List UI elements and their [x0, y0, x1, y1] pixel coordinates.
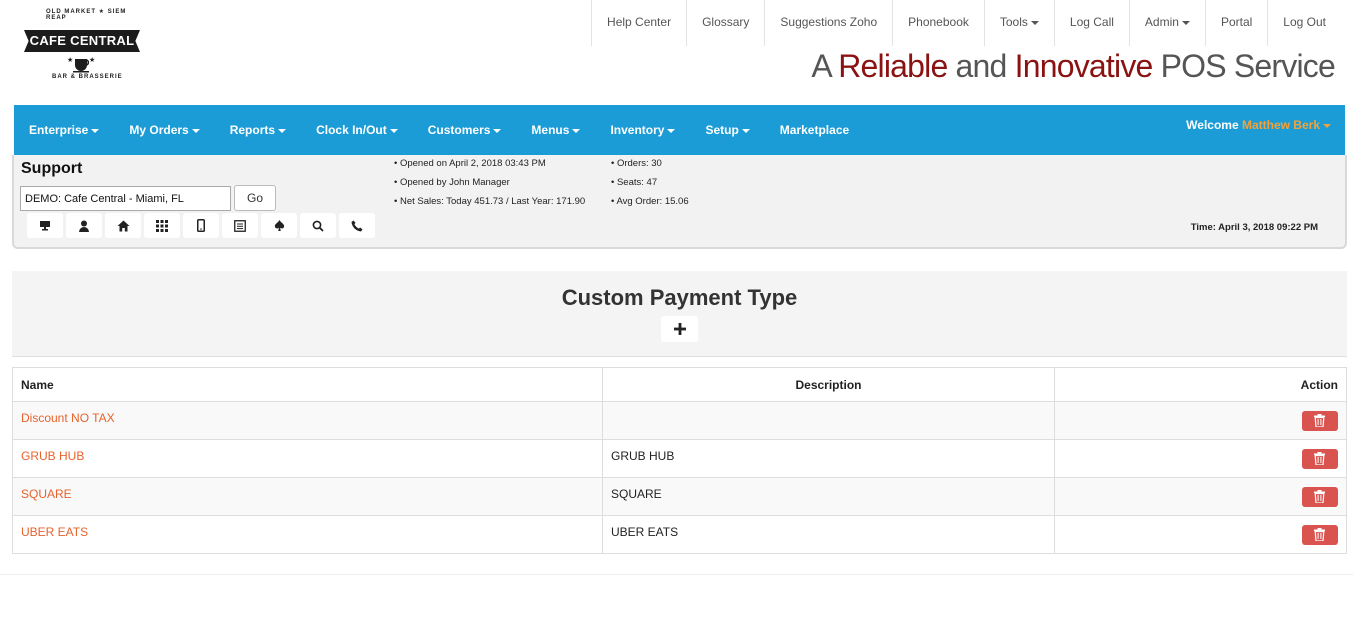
caret-down-icon: [1323, 123, 1331, 128]
caret-down-icon: [191, 128, 200, 133]
store-stats-right: • Orders: 30 • Seats: 47 • Avg Order: 15…: [611, 158, 689, 215]
support-title: Support: [21, 160, 83, 177]
plus-icon: [673, 323, 686, 335]
quick-icon-toolbar: [27, 213, 375, 238]
caret-down-icon: [278, 128, 287, 133]
svg-text:★: ★: [89, 56, 95, 64]
user-menu[interactable]: Matthew Berk: [1242, 118, 1331, 132]
glossary-link[interactable]: Glossary: [686, 0, 764, 46]
column-header-name[interactable]: Name: [12, 367, 603, 402]
trash-icon: [1314, 451, 1325, 465]
opened-on-text: • Opened on April 2, 2018 03:43 PM: [394, 158, 546, 169]
logo-top-text: OLD MARKET ★ SIEM REAP: [46, 9, 127, 21]
home-icon[interactable]: [105, 213, 141, 238]
phonebook-link[interactable]: Phonebook: [892, 0, 984, 46]
nav-clock-in-out[interactable]: Clock In/Out: [301, 105, 413, 155]
caret-down-icon: [741, 128, 750, 133]
table-header-row: Name Description Action: [12, 367, 1347, 402]
orders-count-text: • Orders: 30: [611, 158, 662, 169]
table-row: GRUB HUB GRUB HUB: [12, 439, 1347, 478]
portal-link[interactable]: Portal: [1204, 0, 1267, 46]
current-time: Time: April 3, 2018 09:22 PM: [1190, 222, 1318, 233]
go-button[interactable]: Go: [234, 185, 276, 211]
payment-type-description: SQUARE: [602, 477, 1055, 516]
list-icon[interactable]: [222, 213, 258, 238]
caret-down-icon: [493, 128, 502, 133]
column-header-description[interactable]: Description: [602, 367, 1055, 402]
search-icon[interactable]: [300, 213, 336, 238]
phone-icon[interactable]: [339, 213, 375, 238]
support-panel: Support Go • Opened on Apri: [12, 155, 1347, 249]
caret-down-icon: [572, 128, 581, 133]
store-search-input[interactable]: [20, 186, 231, 211]
page-header-panel: Custom Payment Type: [12, 271, 1347, 357]
opened-by-text: • Opened by John Manager: [394, 177, 510, 188]
add-payment-type-button[interactable]: [661, 316, 698, 342]
tools-menu[interactable]: Tools: [983, 0, 1054, 46]
table-row: UBER EATS UBER EATS: [12, 515, 1347, 554]
seats-count-text: • Seats: 47: [611, 177, 658, 188]
delete-button[interactable]: [1302, 448, 1338, 469]
delete-button[interactable]: [1302, 524, 1338, 545]
payment-type-description: [602, 401, 1055, 440]
top-links: Help Center Glossary Suggestions Zoho Ph…: [591, 0, 1341, 46]
nav-setup[interactable]: Setup: [690, 105, 764, 155]
caret-down-icon: [1030, 20, 1039, 25]
caret-down-icon: [389, 128, 398, 133]
caret-down-icon: [667, 128, 676, 133]
net-sales-text: • Net Sales: Today 451.73 / Last Year: 1…: [394, 196, 586, 207]
admin-menu[interactable]: Admin: [1128, 0, 1205, 46]
mobile-icon[interactable]: [183, 213, 219, 238]
svg-text:★: ★: [67, 56, 73, 64]
avg-order-text: • Avg Order: 15.06: [611, 196, 689, 207]
trash-icon: [1314, 527, 1325, 541]
payment-type-name-link[interactable]: GRUB HUB: [12, 439, 603, 478]
payment-types-table: Name Description Action Discount NO TAX …: [12, 367, 1347, 554]
table-row: Discount NO TAX: [12, 401, 1347, 440]
footer-divider: [0, 574, 1353, 575]
logo-brand: CAFE CENTRAL: [24, 30, 140, 52]
coffee-cup-icon: ★ ★: [67, 56, 95, 73]
payment-type-name-link[interactable]: Discount NO TAX: [12, 401, 603, 440]
nav-customers[interactable]: Customers: [413, 105, 517, 155]
column-header-action: Action: [1054, 367, 1347, 402]
spade-icon[interactable]: [261, 213, 297, 238]
delete-button[interactable]: [1302, 486, 1338, 507]
nav-menus[interactable]: Menus: [516, 105, 595, 155]
grid-icon[interactable]: [144, 213, 180, 238]
payment-type-description: UBER EATS: [602, 515, 1055, 554]
delete-button[interactable]: [1302, 410, 1338, 431]
main-navbar: Enterprise My Orders Reports Clock In/Ou…: [14, 105, 1345, 155]
nav-marketplace[interactable]: Marketplace: [765, 105, 864, 155]
desktop-icon[interactable]: [27, 213, 63, 238]
trash-icon: [1314, 489, 1325, 503]
nav-inventory[interactable]: Inventory: [595, 105, 690, 155]
caret-down-icon: [91, 128, 100, 133]
page-title: Custom Payment Type: [561, 285, 798, 310]
log-call-link[interactable]: Log Call: [1053, 0, 1129, 46]
welcome-text: Welcome Matthew Berk: [1186, 118, 1331, 132]
suggestions-zoho-link[interactable]: Suggestions Zoho: [764, 0, 892, 46]
help-center-link[interactable]: Help Center: [591, 0, 686, 46]
payment-type-name-link[interactable]: UBER EATS: [12, 515, 603, 554]
logo-bottom-text: BAR & BRASSERIE: [52, 74, 123, 80]
table-row: SQUARE SQUARE: [12, 477, 1347, 516]
log-out-link[interactable]: Log Out: [1267, 0, 1341, 46]
payment-type-name-link[interactable]: SQUARE: [12, 477, 603, 516]
user-icon[interactable]: [66, 213, 102, 238]
payment-type-description: GRUB HUB: [602, 439, 1055, 478]
trash-icon: [1314, 413, 1325, 427]
nav-enterprise[interactable]: Enterprise: [14, 105, 114, 155]
caret-down-icon: [1181, 20, 1190, 25]
cafe-central-logo[interactable]: OLD MARKET ★ SIEM REAP CAFE CENTRAL ★ ★ …: [22, 6, 142, 94]
store-stats-left: • Opened on April 2, 2018 03:43 PM • Ope…: [394, 158, 585, 215]
nav-reports[interactable]: Reports: [215, 105, 301, 155]
tagline: A Reliable and Innovative POS Service: [811, 48, 1335, 84]
nav-my-orders[interactable]: My Orders: [114, 105, 214, 155]
